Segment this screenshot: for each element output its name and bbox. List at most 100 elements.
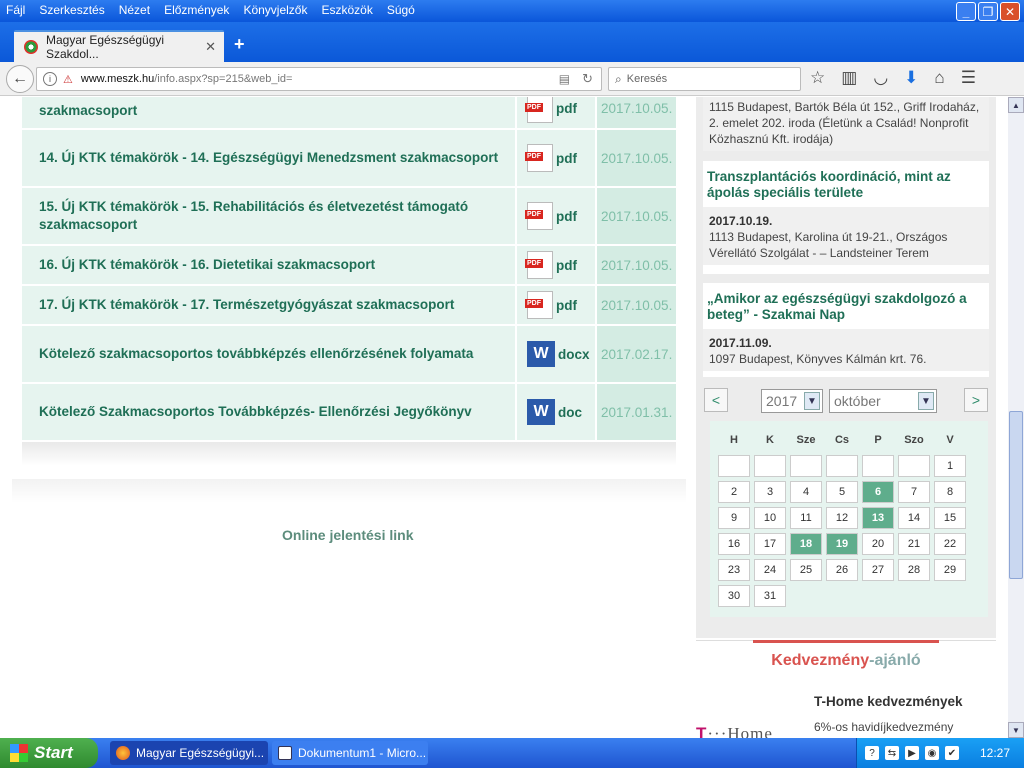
security-shield-icon[interactable]: ✔ <box>945 746 959 760</box>
menu-tools[interactable]: Eszközök <box>321 3 372 17</box>
calendar-day[interactable]: 16 <box>718 533 750 555</box>
calendar-day[interactable]: 25 <box>790 559 822 581</box>
document-date: 2017.10.05. <box>595 187 676 246</box>
back-arrow-icon[interactable]: ← <box>6 65 34 93</box>
t-home-logo[interactable]: T···Home <box>696 724 773 738</box>
menu-help[interactable]: Súgó <box>387 3 415 17</box>
calendar-day[interactable]: 24 <box>754 559 786 581</box>
calendar-day[interactable]: 9 <box>718 507 750 529</box>
calendar-day[interactable]: 18 <box>790 533 822 555</box>
calendar-day[interactable]: 23 <box>718 559 750 581</box>
calendar-day[interactable]: 27 <box>862 559 894 581</box>
online-report-link[interactable]: Online jelentési link <box>282 527 413 543</box>
calendar-day[interactable]: 6 <box>862 481 894 503</box>
scroll-down-icon[interactable]: ▼ <box>1008 722 1024 738</box>
calendar-body: 1 2 3 4 5 6 7 8 9 10 11 12 13 14 15 16 17 18 19 20 21 22 23 24 2… <box>718 455 966 607</box>
network-icon[interactable]: ⇆ <box>885 746 899 760</box>
calendar-day[interactable]: 2 <box>718 481 750 503</box>
calendar-day[interactable]: 15 <box>934 507 966 529</box>
document-link[interactable]: Kötelező szakmacsoportos továbbképzés el… <box>22 325 516 384</box>
document-link[interactable]: 16. Új KTK témakörök - 16. Dietetikai sz… <box>22 245 516 286</box>
calendar-day[interactable]: 4 <box>790 481 822 503</box>
scroll-up-icon[interactable]: ▲ <box>1008 97 1024 113</box>
word-icon[interactable]: W <box>527 341 555 367</box>
calendar-day[interactable]: 30 <box>718 585 750 607</box>
next-month-icon[interactable]: > <box>964 388 988 412</box>
reader-view-icon[interactable]: ▤ <box>559 72 570 86</box>
file-ext: pdf <box>556 297 577 313</box>
calendar-day[interactable]: 12 <box>826 507 858 529</box>
tab-active[interactable]: Magyar Egészségügyi Szakdol... ✕ <box>14 30 224 62</box>
taskbar-item-firefox[interactable]: Magyar Egészségügyi... <box>110 741 268 765</box>
year-select[interactable]: 2017 ▼ <box>761 389 823 413</box>
calendar-day[interactable]: 17 <box>754 533 786 555</box>
vertical-scrollbar[interactable]: ▲ ▼ <box>1008 97 1024 738</box>
document-link[interactable]: 14. Új KTK témakörök - 14. Egészségügyi … <box>22 129 516 188</box>
close-tab-icon[interactable]: ✕ <box>205 39 216 55</box>
menu-view[interactable]: Nézet <box>119 3 150 17</box>
calendar-day[interactable]: 22 <box>934 533 966 555</box>
event-title[interactable]: „Amikor az egészségügyi szakdolgozó a be… <box>703 291 989 323</box>
calendar-day[interactable]: 28 <box>898 559 930 581</box>
taskbar-item-word[interactable]: Dokumentum1 - Micro... <box>272 741 428 765</box>
document-link[interactable]: 15. Új KTK témakörök - 15. Rehabilitáció… <box>22 187 516 246</box>
calendar-day[interactable]: 26 <box>826 559 858 581</box>
home-icon[interactable]: ⌂ <box>934 68 944 88</box>
info-icon[interactable]: i <box>43 72 57 86</box>
calendar-day[interactable]: 10 <box>754 507 786 529</box>
hamburger-menu-icon[interactable]: ☰ <box>961 68 976 88</box>
weekday-label: K <box>766 434 774 446</box>
close-window-icon[interactable]: ✕ <box>1000 2 1020 21</box>
bookmark-star-icon[interactable]: ☆ <box>810 68 825 88</box>
new-tab-icon[interactable]: + <box>234 34 245 55</box>
menu-bookmarks[interactable]: Könyvjelzők <box>243 3 307 17</box>
calendar-grid: H K Sze Cs P Szo V 1 2 3 4 5 6 7 8 9 10 11 12 13 14 15 16 17 18… <box>714 425 970 611</box>
document-link[interactable]: Kötelező Szakmacsoportos Továbbképzés- E… <box>22 383 516 442</box>
calendar-day[interactable]: 31 <box>754 585 786 607</box>
discount-item-title[interactable]: T-Home kedvezmények <box>814 694 963 709</box>
pocket-icon[interactable]: ◡ <box>873 68 888 88</box>
help-icon[interactable]: ? <box>865 746 879 760</box>
restore-icon[interactable]: ❐ <box>978 2 998 21</box>
document-date: 2017.02.17. <box>595 325 676 384</box>
start-button[interactable]: Start <box>0 738 98 768</box>
calendar-day[interactable]: 20 <box>862 533 894 555</box>
document-link[interactable]: 17. Új KTK témakörök - 17. Természetgyóg… <box>22 285 516 326</box>
calendar-day[interactable]: 29 <box>934 559 966 581</box>
pdf-icon[interactable]: PDF <box>525 291 553 319</box>
calendar-day[interactable]: 11 <box>790 507 822 529</box>
calendar-day[interactable]: 21 <box>898 533 930 555</box>
pdf-icon[interactable]: PDF <box>525 97 553 123</box>
menu-edit[interactable]: Szerkesztés <box>39 3 104 17</box>
document-link[interactable]: szakmacsoport <box>22 97 516 130</box>
download-icon[interactable]: ⬇ <box>904 68 918 88</box>
file-ext: pdf <box>556 208 577 224</box>
calendar-day[interactable]: 1 <box>934 455 966 477</box>
pdf-icon[interactable]: PDF <box>525 251 553 279</box>
calendar-day[interactable]: 5 <box>826 481 858 503</box>
prev-month-icon[interactable]: < <box>704 388 728 412</box>
address-bar[interactable]: i ⚠ www.meszk.hu /info.aspx?sp=215&web_i… <box>36 67 602 91</box>
menu-history[interactable]: Előzmények <box>164 3 229 17</box>
menu-file[interactable]: Fájl <box>6 3 25 17</box>
pdf-icon[interactable]: PDF <box>525 144 553 172</box>
pdf-icon[interactable]: PDF <box>525 202 553 230</box>
calendar-day[interactable]: 13 <box>862 507 894 529</box>
document-date: 2017.01.31. <box>595 383 676 442</box>
calendar-day[interactable]: 14 <box>898 507 930 529</box>
calendar-day[interactable]: 7 <box>898 481 930 503</box>
antivirus-icon[interactable]: ◉ <box>925 746 939 760</box>
media-player-icon[interactable]: ▶ <box>905 746 919 760</box>
month-select[interactable]: október ▼ <box>829 389 937 413</box>
search-input[interactable]: ⌕ Keresés <box>608 67 801 91</box>
scrollbar-thumb[interactable] <box>1009 411 1023 579</box>
calendar-day[interactable]: 3 <box>754 481 786 503</box>
event-title[interactable]: Transzplantációs koordináció, mint az áp… <box>703 169 989 201</box>
calendar-day[interactable]: 8 <box>934 481 966 503</box>
word-icon[interactable]: W <box>527 399 555 425</box>
minimize-icon[interactable]: _ <box>956 2 976 21</box>
calendar-day[interactable]: 19 <box>826 533 858 555</box>
event-date: 2017.11.09. <box>709 336 772 350</box>
reload-icon[interactable]: ↻ <box>582 71 593 87</box>
bookmarks-library-icon[interactable]: ▥ <box>841 68 857 88</box>
